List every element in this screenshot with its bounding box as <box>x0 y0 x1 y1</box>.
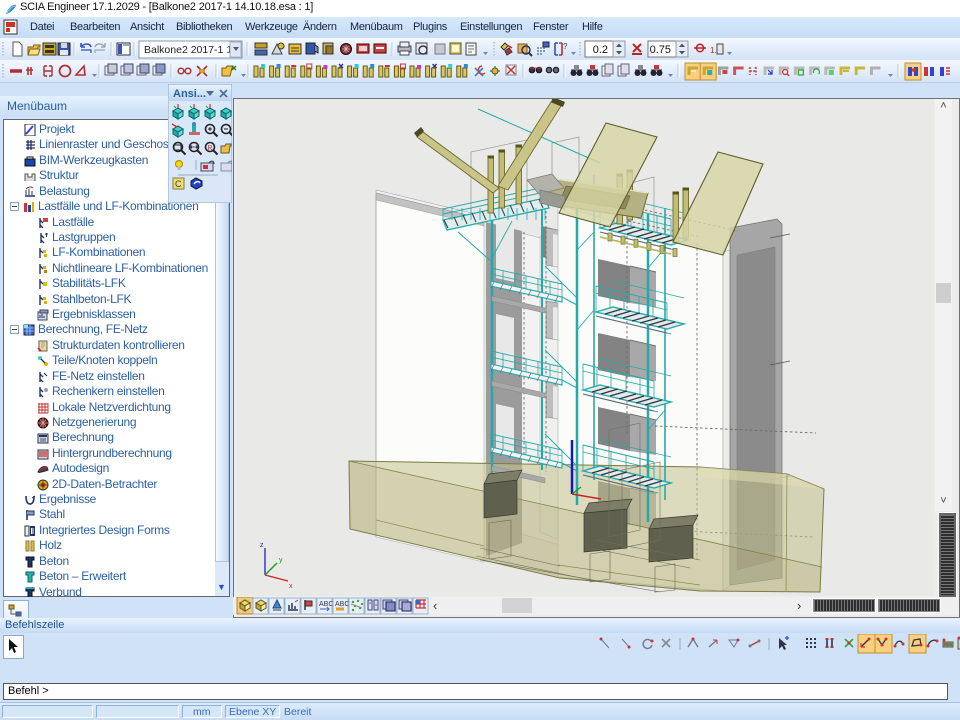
svg-text:x: x <box>289 583 293 590</box>
svg-text:0.2: 0.2 <box>593 44 608 56</box>
svg-text:1.: 1. <box>710 46 717 55</box>
svg-text:?: ? <box>563 42 568 51</box>
svg-text:ABC: ABC <box>335 601 349 608</box>
svg-text:Balkone2 2017-1 1: Balkone2 2017-1 1 <box>144 44 232 56</box>
svg-text:ABC: ABC <box>319 601 333 608</box>
svg-text:0.75: 0.75 <box>650 44 671 56</box>
svg-text:z: z <box>260 542 264 549</box>
svg-text:Ansi...: Ansi... <box>173 88 206 100</box>
svg-text:C: C <box>175 179 182 189</box>
svg-text:y: y <box>279 557 283 564</box>
svg-text:R: R <box>208 145 213 152</box>
